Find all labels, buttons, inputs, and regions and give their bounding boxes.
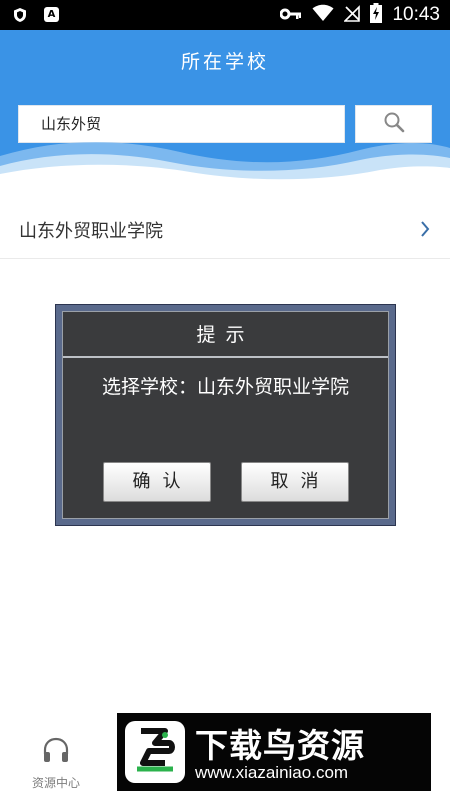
header-wave	[0, 141, 450, 188]
status-time: 10:43	[392, 4, 440, 25]
no-signal-icon	[343, 4, 361, 26]
confirm-button[interactable]: 确认	[102, 462, 211, 502]
bird-logo-icon	[125, 721, 185, 783]
status-bar: A 10:43	[0, 0, 450, 30]
list-item[interactable]: 山东外贸职业学院	[0, 201, 450, 259]
shield-icon	[12, 7, 28, 27]
header: 所在学校 山东外贸	[0, 30, 450, 188]
nav-item-resource-center[interactable]: 资源中心	[16, 736, 96, 791]
page-title: 所在学校	[180, 51, 269, 73]
watermark-banner: 下载鸟资源 www.xiazainiao.com	[117, 713, 431, 791]
chevron-right-icon	[420, 220, 430, 242]
dialog-title: 提示	[63, 312, 388, 358]
nav-label: 资源中心	[31, 776, 80, 790]
confirm-dialog: 提示 选择学校：山东外贸职业学院 确认 取消	[62, 311, 389, 519]
key-icon	[279, 6, 302, 25]
watermark-title: 下载鸟资源	[195, 726, 365, 765]
a-badge-icon: A	[44, 7, 59, 22]
watermark-url: www.xiazainiao.com	[195, 763, 349, 782]
school-name: 山东外贸职业学院	[19, 221, 163, 242]
cancel-button[interactable]: 取消	[240, 462, 349, 502]
battery-charging-icon	[370, 3, 383, 27]
headphones-icon	[41, 737, 71, 768]
dialog-message: 选择学校：山东外贸职业学院	[101, 376, 349, 398]
dialog-frame: 提示 选择学校：山东外贸职业学院 确认 取消	[55, 304, 396, 526]
wifi-icon	[312, 4, 334, 26]
